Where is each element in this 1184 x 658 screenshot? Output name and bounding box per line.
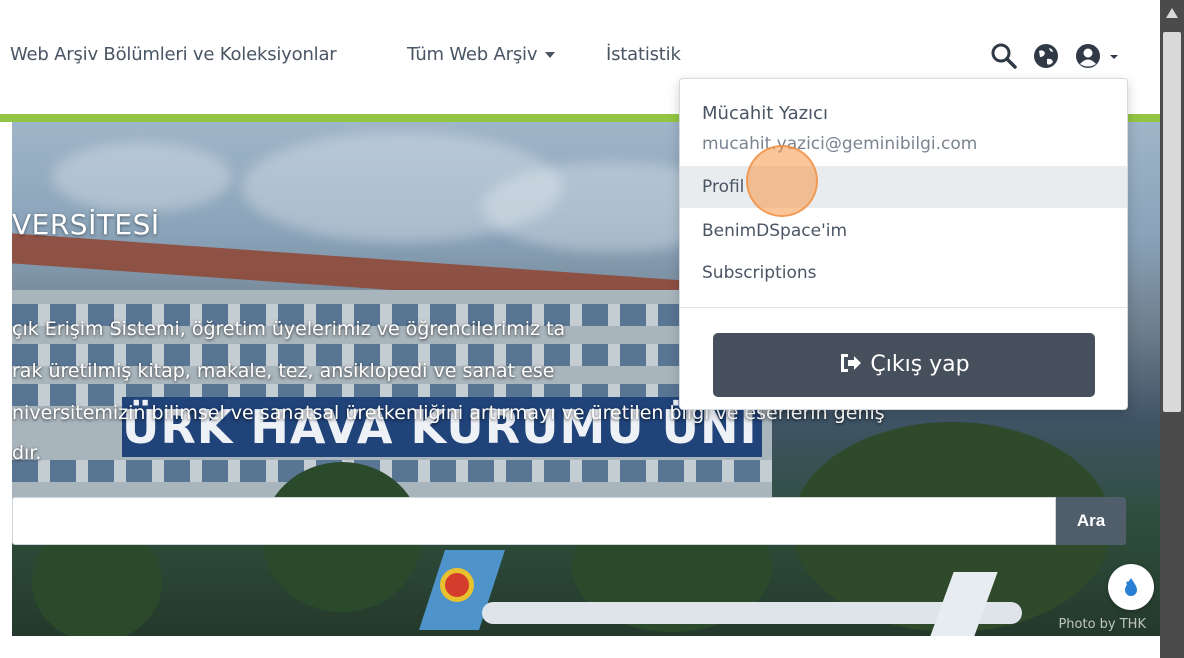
accessibility-button[interactable] (1108, 564, 1154, 610)
menu-divider (680, 307, 1127, 308)
scroll-up-icon[interactable] (1166, 8, 1178, 18)
sign-out-icon (841, 354, 862, 372)
search-button[interactable]: Ara (1056, 497, 1126, 545)
hero-description-line: rak üretilmiş kitap, makale, tez, ansikl… (12, 360, 555, 382)
search-input[interactable] (12, 497, 1056, 545)
click-indicator (746, 145, 818, 217)
user-dropdown-menu: Mücahit Yazıcı mucahit.yazici@geminibilg… (679, 78, 1128, 410)
airplane-roundel (440, 568, 474, 602)
scrollbar-thumb[interactable] (1163, 32, 1181, 412)
droplet-icon (1125, 578, 1137, 596)
logout-label: Çıkış yap (870, 352, 970, 377)
user-icon[interactable] (1074, 42, 1102, 70)
nav-link-browse-all-label: Tüm Web Arşiv (407, 44, 538, 65)
cloud (52, 142, 232, 212)
scrollbar[interactable] (1160, 0, 1184, 658)
logout-button[interactable]: Çıkış yap (713, 333, 1095, 397)
hero-title: VERSİTESİ (12, 208, 160, 241)
chevron-down-icon (545, 52, 556, 58)
search-icon[interactable] (990, 42, 1018, 70)
photo-credit: Photo by THK (1058, 617, 1146, 632)
hero-description-line: dır. (12, 442, 42, 464)
user-email: mucahit.yazici@geminibilgi.com (702, 134, 978, 154)
hero-description-line: çık Erişim Sistemi, öğretim üyelerimiz v… (12, 318, 566, 340)
nav-link-browse-all[interactable]: Tüm Web Arşiv (407, 44, 556, 65)
chevron-down-icon[interactable] (1108, 52, 1120, 62)
nav-link-communities[interactable]: Web Arşiv Bölümleri ve Koleksiyonlar (10, 44, 337, 65)
menu-item-mydspace[interactable]: BenimDSpace'im (680, 210, 1127, 252)
content-area (12, 636, 1160, 658)
nav-link-statistics[interactable]: İstatistik (606, 44, 681, 65)
user-name: Mücahit Yazıcı (702, 103, 828, 124)
menu-item-subscriptions[interactable]: Subscriptions (680, 252, 1127, 294)
globe-icon[interactable] (1032, 42, 1060, 70)
